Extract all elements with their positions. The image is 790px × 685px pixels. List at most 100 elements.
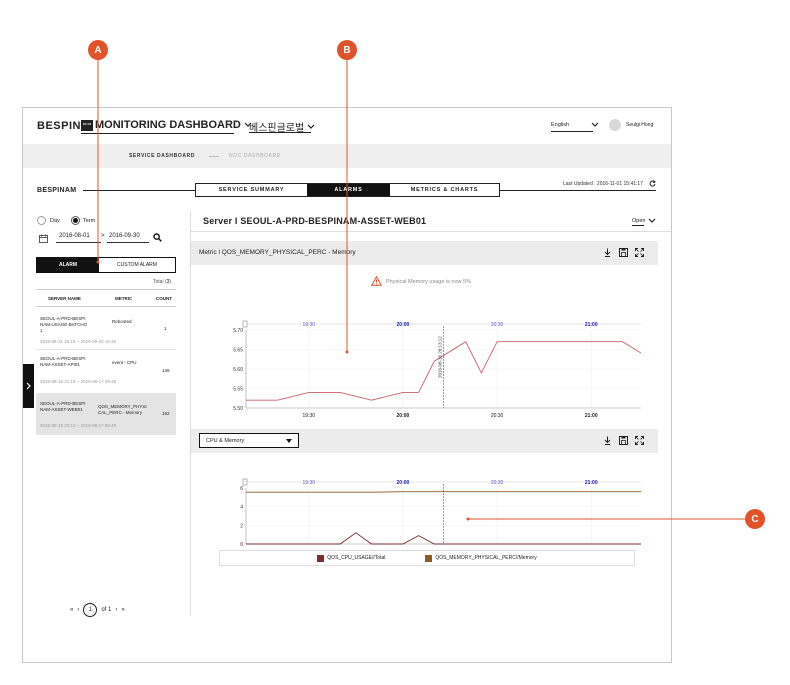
prev-page-icon[interactable]: ‹ xyxy=(77,607,79,613)
date-separator: > xyxy=(101,233,105,239)
subnav-bar xyxy=(23,144,671,168)
tab-alarm[interactable]: ALARM xyxy=(37,258,99,272)
refresh-icon[interactable] xyxy=(649,180,656,187)
download-icon[interactable] xyxy=(604,248,611,257)
table-row[interactable]: SEOUL-A-PRD-BESPI NAM-USAGE-BATCHO 1 Reboo… xyxy=(36,307,176,349)
subnav-service-dashboard[interactable]: SERVICE DASHBOARD xyxy=(129,153,195,159)
y-tick-label: 0 xyxy=(240,542,243,548)
top-tick-label: 21:00 xyxy=(585,322,598,328)
expand-icon[interactable] xyxy=(635,248,644,257)
page-current[interactable]: 1 xyxy=(83,603,98,617)
row-metric: QOS_MEMORY_PHYSI CAL_PERC - Memory xyxy=(98,404,147,415)
download-icon[interactable] xyxy=(604,436,611,445)
row-metric: Rebooted xyxy=(112,319,132,324)
tab-service-summary[interactable]: SERVICE SUMMARY xyxy=(196,184,307,196)
chart-metric-select-value: CPU & Memory xyxy=(206,437,245,444)
column-count[interactable]: COUNT xyxy=(156,296,172,301)
top-tick-label: 20:00 xyxy=(397,480,410,486)
time-marker-label: 2016-08-16 20:13:12 xyxy=(438,336,443,378)
x-tick-label: 20:00 xyxy=(397,413,410,418)
row-count: 152 xyxy=(162,411,170,416)
tab-alarms[interactable]: ALARMS xyxy=(307,184,390,196)
y-tick-label: 4 xyxy=(240,505,243,511)
first-page-icon[interactable]: « xyxy=(70,607,73,613)
legend-item-cpu[interactable]: QOS_CPU_USAGE//Total xyxy=(317,554,386,562)
expand-icon[interactable] xyxy=(635,436,644,445)
chevron-right-icon xyxy=(26,382,31,390)
y-tick-label: 5.50 xyxy=(233,406,243,412)
annotation-marker-b: B xyxy=(337,40,357,60)
alarm-tabs: ALARM CUSTOM ALARM xyxy=(36,257,176,273)
legend-label: QOS_CPU_USAGE//Total xyxy=(327,555,386,561)
row-metric: event - CPU xyxy=(112,360,137,365)
row-server-name: SEOUL-A-PRD-BESPI NAM-ASSET-WEB01 xyxy=(40,401,86,412)
warning-icon xyxy=(371,276,382,286)
open-toggle[interactable]: Open xyxy=(632,218,656,224)
table-row[interactable]: SEOUL-A-PRD-BESPI NAM-ASSET-WEB01 QOS_MEM… xyxy=(36,393,176,435)
y-tick-label: 5.65 xyxy=(233,348,243,354)
memory-line-chart: 19:30 20:00 20:30 21:00 5.70 5.65 5.60 5.55 5.50… xyxy=(233,320,641,418)
server-title: Server l SEOUL-A-PRD-BESPINAM-ASSET-WEB0… xyxy=(203,216,427,226)
row-time-range: 2016-08-16 20:13 ~ 2016-08-17 08:49 xyxy=(40,423,117,428)
app-window: BESPIN ᄆᄆ MONITORING DASHBOARD 베스핀글로벌 En… xyxy=(22,107,672,663)
tab-custom-alarm[interactable]: CUSTOM ALARM xyxy=(99,258,175,272)
calendar-icon[interactable] xyxy=(39,234,48,243)
language-select[interactable]: English xyxy=(551,122,599,128)
annotation-marker-a: A xyxy=(88,40,108,60)
chevron-down-icon xyxy=(307,124,315,129)
caret-down-icon xyxy=(286,438,292,443)
subnav-noc-dashboard[interactable]: NOC DASHBOARD xyxy=(229,153,281,159)
x-tick-label: 20:30 xyxy=(491,413,504,418)
metric-title: Metric l QOS_MEMORY_PHYSICAL_PERC - Memo… xyxy=(199,249,356,256)
range-handle-left xyxy=(242,478,248,486)
tab-metrics-charts[interactable]: METRICS & CHARTS xyxy=(390,184,499,196)
top-tick-label: 21:00 xyxy=(585,480,598,486)
user-name[interactable]: Seulgi Hong xyxy=(626,122,653,128)
legend-swatch xyxy=(425,554,433,562)
last-page-icon[interactable]: » xyxy=(121,607,124,613)
save-icon[interactable] xyxy=(619,248,628,257)
avatar[interactable] xyxy=(609,119,621,131)
column-metric[interactable]: METRIC xyxy=(115,296,132,301)
date-from[interactable]: 2016-08-01 xyxy=(59,233,90,239)
dashboard-title: MONITORING DASHBOARD xyxy=(95,119,241,131)
top-tick-label: 20:30 xyxy=(491,322,504,328)
top-tick-label: 19:30 xyxy=(303,480,316,486)
range-handle-left xyxy=(242,320,248,328)
sidebar-toggle[interactable] xyxy=(23,364,34,408)
legend-item-memory[interactable]: QOS_MEMORY_PHYSICAL_PERC//Memory xyxy=(425,554,537,562)
last-updated: Last Updated : 2016-11-01 15:41:17 xyxy=(563,181,643,187)
chevron-down-icon xyxy=(649,218,656,223)
date-to[interactable]: 2016-09-30 xyxy=(109,233,140,239)
page-of: of 1 xyxy=(101,607,112,613)
next-page-icon[interactable]: › xyxy=(115,607,117,613)
chart-metric-select[interactable]: CPU & Memory xyxy=(199,433,299,448)
table-row[interactable]: SEOUL-A-PRD-BESPI NAM-ASSET-API01 event -… xyxy=(36,350,176,392)
x-tick-label: 21:00 xyxy=(585,413,598,418)
legend-swatch xyxy=(317,554,325,562)
section-name: BESPINAM xyxy=(37,187,77,194)
save-icon[interactable] xyxy=(619,436,628,445)
column-server-name[interactable]: SERVER NAME xyxy=(48,296,81,301)
radio-term[interactable] xyxy=(71,216,80,225)
row-time-range: 2016-08-31 19:19 ~ 2016-09-02 15:46 xyxy=(40,339,117,344)
chart-legend: QOS_CPU_USAGE//Total QOS_MEMORY_PHYSICAL… xyxy=(219,550,635,566)
radio-day[interactable] xyxy=(37,216,46,225)
brand-name: BESPIN xyxy=(37,120,81,132)
radio-day-label: Day xyxy=(50,218,60,224)
section-tabs: SERVICE SUMMARY ALARMS METRICS & CHARTS xyxy=(195,183,500,197)
y-tick-label: 6 xyxy=(240,486,243,492)
annotation-marker-c: C xyxy=(745,509,765,529)
x-tick-label: 19:30 xyxy=(303,413,316,418)
y-tick-label: 5.70 xyxy=(233,328,243,334)
y-tick-label: 5.55 xyxy=(233,387,243,393)
radio-term-label: Term xyxy=(83,218,96,224)
logo-badge: ᄆᄆ xyxy=(81,120,93,131)
row-count: 139 xyxy=(162,368,170,373)
dashboard-title-dropdown[interactable]: MONITORING DASHBOARD xyxy=(95,119,252,131)
search-icon[interactable] xyxy=(153,233,162,242)
top-tick-label: 20:30 xyxy=(491,480,504,486)
chevron-down-icon xyxy=(591,122,599,127)
cpu-memory-line-chart: 19:3020:0020:3021:00642019:3020:0020:302… xyxy=(240,478,641,548)
legend-label: QOS_MEMORY_PHYSICAL_PERC//Memory xyxy=(435,555,537,561)
